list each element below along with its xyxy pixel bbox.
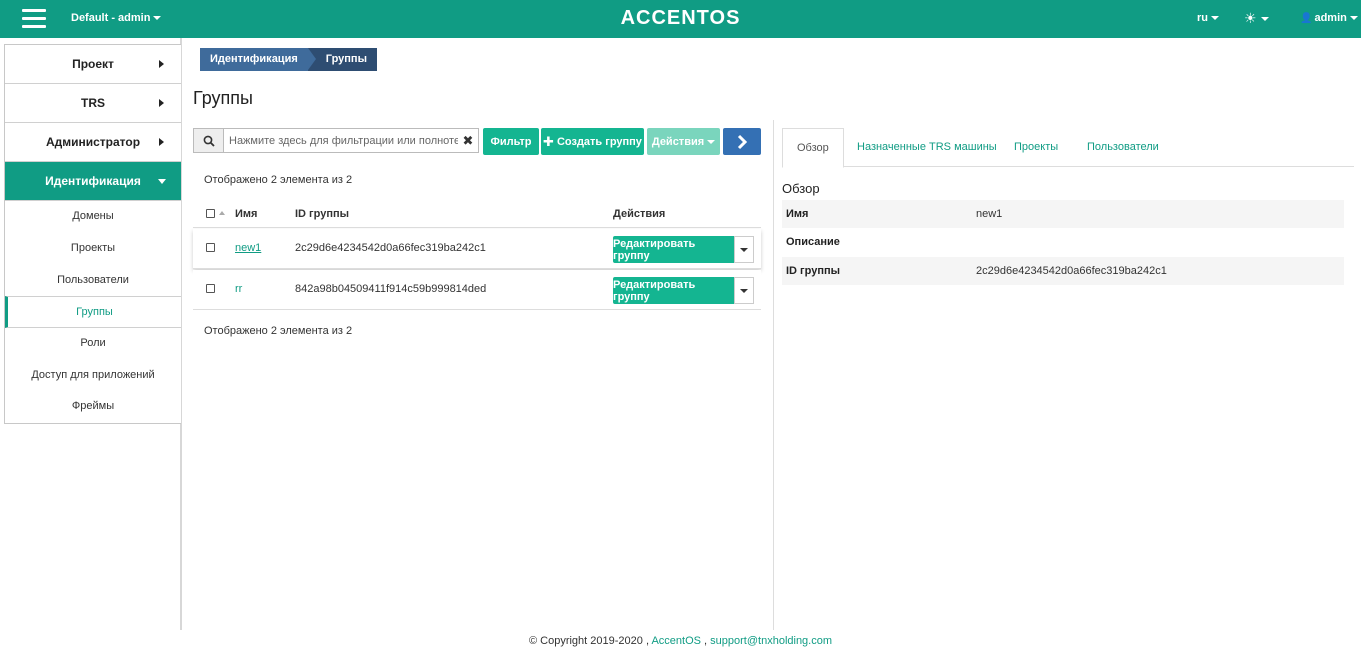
detail-row-description: Описание — [782, 228, 1344, 256]
column-group-id[interactable]: ID группы — [295, 208, 349, 220]
row-actions-dropdown[interactable] — [734, 236, 754, 263]
sidebar-item-projects[interactable]: Проекты — [5, 233, 181, 265]
chevron-down-icon — [740, 288, 748, 293]
hamburger-icon[interactable] — [22, 9, 46, 29]
footer-separator: , — [704, 635, 708, 647]
sidebar-panel-label: Проект — [72, 57, 114, 71]
theme-switcher[interactable]: ☀ — [1244, 10, 1269, 27]
edit-group-button[interactable]: Редактировать группу — [613, 277, 734, 304]
sidebar-item-app-credentials[interactable]: Доступ для приложений — [5, 359, 181, 391]
plus-icon: ✚ — [543, 133, 554, 149]
panel-divider — [773, 120, 774, 630]
sidebar-item-users[interactable]: Пользователи — [5, 264, 181, 296]
chevron-down-icon — [158, 179, 166, 184]
row-actions-dropdown[interactable] — [734, 277, 754, 304]
column-actions: Действия — [613, 208, 666, 220]
detail-row-name: Имя new1 — [782, 200, 1344, 228]
table-header: Имя ID группы Действия — [193, 200, 761, 228]
detail-key: Имя — [786, 208, 809, 220]
row-checkbox[interactable] — [206, 243, 215, 252]
sidebar-panel-admin[interactable]: Администратор — [5, 123, 181, 162]
edit-group-button[interactable]: Редактировать группу — [613, 236, 734, 263]
detail-value: 2c29d6e4234542d0a66fec319ba242c1 — [976, 265, 1167, 277]
create-group-label: Создать группу — [556, 135, 642, 148]
actions-button[interactable]: Действия — [647, 128, 720, 155]
support-email-link[interactable]: support@tnxholding.com — [710, 635, 832, 647]
sidebar-panel-label: TRS — [81, 96, 105, 110]
search-box: ✖ — [193, 128, 479, 153]
chevron-down-icon — [740, 247, 748, 252]
sidebar-panel-project[interactable]: Проект — [5, 45, 181, 84]
detail-key: Описание — [786, 236, 840, 248]
chevron-down-icon — [1211, 16, 1219, 21]
top-navbar: Default - admin ACCENTOS ru ☀ 👤 admin — [0, 0, 1361, 38]
item-count-bottom: Отображено 2 элемента из 2 — [204, 325, 353, 337]
group-name-link[interactable]: rr — [235, 283, 242, 295]
chevron-down-icon — [1349, 16, 1358, 21]
copyright-text: © Copyright 2019-2020 , — [528, 635, 649, 647]
overview-title: Обзор — [782, 181, 820, 196]
project-switcher[interactable]: Default - admin — [71, 12, 162, 24]
tab-projects[interactable]: Проекты — [1014, 128, 1058, 167]
detail-key: ID группы — [786, 265, 841, 277]
table-row: rr 842a98b04509411f914c59b999814ded Реда… — [193, 270, 761, 310]
footer: © Copyright 2019-2020 , AccentOS , suppo… — [0, 635, 1361, 647]
accentos-link[interactable]: AccentOS — [651, 635, 701, 647]
row-checkbox[interactable] — [206, 284, 215, 293]
group-id: 2c29d6e4234542d0a66fec319ba242c1 — [295, 242, 486, 254]
sidebar-item-frames[interactable]: Фреймы — [5, 391, 181, 423]
clear-icon[interactable]: ✖ — [458, 129, 478, 152]
user-icon: 👤 — [1300, 13, 1313, 24]
chevron-right-icon — [737, 134, 748, 149]
tab-trs-machines[interactable]: Назначенные TRS машины — [857, 128, 997, 167]
search-icon — [203, 135, 215, 147]
group-name-link[interactable]: new1 — [235, 242, 261, 254]
chevron-down-icon — [153, 16, 162, 21]
sort-icon[interactable] — [219, 211, 225, 215]
sidebar-item-groups[interactable]: Группы — [5, 296, 181, 328]
sidebar-item-domains[interactable]: Домены — [5, 201, 181, 233]
user-menu[interactable]: 👤 admin — [1300, 12, 1358, 24]
chevron-down-icon — [1260, 17, 1269, 22]
sidebar-panel-identity[interactable]: Идентификация — [5, 162, 181, 201]
search-input[interactable] — [224, 129, 458, 152]
detail-row-group-id: ID группы 2c29d6e4234542d0a66fec319ba242… — [782, 257, 1344, 285]
sidebar-panel-label: Идентификация — [45, 174, 141, 188]
page-title: Группы — [193, 88, 253, 108]
group-id: 842a98b04509411f914c59b999814ded — [295, 283, 487, 295]
filter-button[interactable]: Фильтр — [483, 128, 539, 155]
chevron-right-icon — [159, 99, 164, 107]
item-count-top: Отображено 2 элемента из 2 — [204, 174, 353, 186]
sidebar-panel-trs[interactable]: TRS — [5, 84, 181, 123]
detail-value: new1 — [976, 208, 1003, 220]
tab-overview[interactable]: Обзор — [782, 128, 844, 168]
chevron-right-icon — [159, 60, 164, 68]
search-button[interactable] — [194, 129, 224, 152]
user-label: admin — [1314, 12, 1347, 24]
create-group-button[interactable]: ✚ Создать группу — [541, 128, 644, 155]
project-label: Default - admin — [71, 12, 151, 24]
chevron-right-icon — [159, 138, 164, 146]
sun-icon: ☀ — [1244, 10, 1257, 26]
next-button[interactable] — [723, 128, 761, 155]
breadcrumb-identity[interactable]: Идентификация — [200, 48, 316, 71]
chevron-down-icon — [707, 139, 716, 144]
tab-users[interactable]: Пользователи — [1087, 128, 1159, 167]
sidebar: Проект TRS Администратор Идентификация Д… — [4, 44, 181, 424]
table-row: new1 2c29d6e4234542d0a66fec319ba242c1 Ре… — [193, 229, 761, 269]
sidebar-item-roles[interactable]: Роли — [5, 328, 181, 360]
breadcrumb: Идентификация Группы — [200, 48, 377, 71]
breadcrumb-groups: Группы — [307, 48, 377, 71]
brand-logo: ACCENTOS — [620, 7, 741, 29]
select-all-checkbox[interactable] — [206, 209, 215, 218]
detail-tabs: Обзор Назначенные TRS машины Проекты Пол… — [782, 128, 1354, 168]
actions-label: Действия — [651, 135, 705, 148]
column-name[interactable]: Имя — [235, 208, 257, 220]
sidebar-panel-label: Администратор — [45, 135, 141, 149]
language-label: ru — [1197, 12, 1208, 24]
language-switcher[interactable]: ru — [1197, 12, 1219, 24]
